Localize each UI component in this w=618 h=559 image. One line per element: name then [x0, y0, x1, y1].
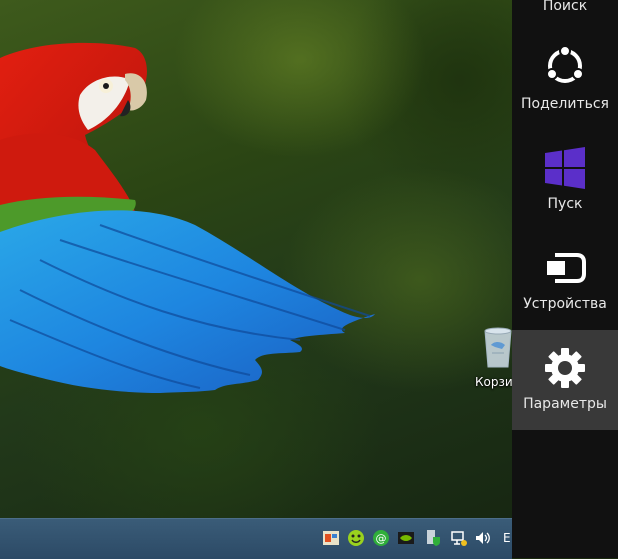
recycle-bin-label: Корзи	[475, 375, 512, 389]
charm-devices-label: Устройства	[523, 296, 607, 312]
devices-icon	[547, 253, 586, 283]
charm-start-label: Пуск	[547, 196, 583, 212]
charm-devices[interactable]: Устройства	[512, 230, 618, 330]
charms-bar: Поиск Поделиться Пуск Устройства Парамет…	[512, 0, 618, 558]
svg-text:@: @	[376, 532, 387, 545]
nvidia-icon[interactable]	[397, 529, 415, 547]
security-shield-icon[interactable]	[424, 529, 442, 547]
app-icon[interactable]	[322, 529, 340, 547]
charm-search-label: Поиск	[542, 0, 588, 14]
charm-share-label: Поделиться	[521, 96, 609, 112]
recycle-bin-icon	[484, 327, 512, 368]
network-icon[interactable]	[450, 529, 468, 547]
windows-logo-icon	[545, 147, 585, 189]
charm-settings[interactable]: Параметры	[512, 330, 618, 430]
volume-icon[interactable]	[474, 529, 492, 547]
charm-search[interactable]: Поиск	[512, 0, 618, 18]
language-indicator[interactable]: E	[503, 531, 511, 545]
charm-start[interactable]: Пуск	[512, 130, 618, 230]
taskbar: @ E	[0, 518, 512, 559]
at-sign-icon[interactable]: @	[372, 529, 390, 547]
desktop: Корзи	[0, 0, 512, 518]
wallpaper-parrot-image	[0, 42, 375, 393]
smiley-app-icon[interactable]	[347, 529, 365, 547]
charm-share[interactable]: Поделиться	[512, 30, 618, 130]
gear-icon	[545, 348, 585, 388]
charm-settings-label: Параметры	[523, 396, 607, 412]
share-icon	[546, 45, 584, 83]
